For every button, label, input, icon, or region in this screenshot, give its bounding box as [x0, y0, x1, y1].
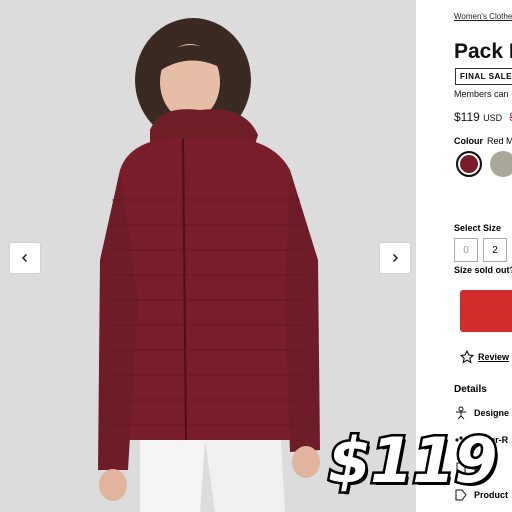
chevron-right-icon [392, 253, 399, 263]
person-icon [456, 406, 466, 420]
colour-label: Colour [454, 136, 483, 146]
review-label: Review [478, 352, 510, 362]
details-heading: Details [454, 384, 487, 395]
size-option-2[interactable]: 2 [483, 238, 507, 262]
next-image-button[interactable] [380, 243, 410, 273]
star-icon [460, 350, 474, 364]
breadcrumb[interactable]: Women's Clothes [454, 12, 512, 21]
current-price: $119 [454, 110, 480, 124]
final-sale-badge: FINAL SALE [455, 68, 512, 85]
add-to-bag-button[interactable] [460, 290, 512, 332]
size-sold-out-link[interactable]: Size sold out? [454, 265, 512, 275]
price-overlay: $119 [326, 424, 501, 497]
swatch-sage[interactable] [490, 151, 512, 177]
detail-designed-for: Designe [454, 406, 509, 420]
currency-label: USD [483, 113, 503, 123]
colour-row: Colour Red M [454, 136, 512, 146]
select-size-label: Select Size [454, 223, 502, 233]
size-option-0[interactable]: 0 [454, 238, 478, 262]
product-title: Pack It [454, 40, 512, 63]
colour-value: Red M [487, 136, 512, 146]
members-text: Members can [454, 89, 509, 99]
previous-image-button[interactable] [10, 243, 40, 273]
swatch-red-merlot[interactable] [456, 151, 482, 177]
chevron-left-icon [21, 253, 28, 263]
write-review-link[interactable]: Review [460, 350, 509, 364]
price-row: $119 USD $1 [454, 110, 512, 124]
